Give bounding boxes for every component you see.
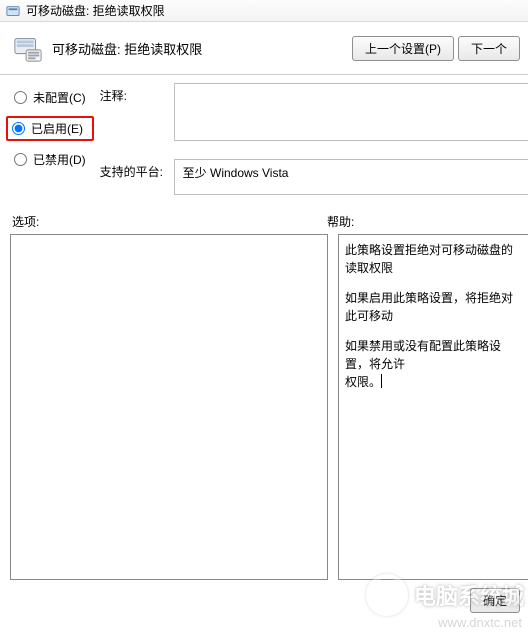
config-area: 未配置(C) 已启用(E) 已禁用(D) 注释: 支持的平台: 至少 Windo… bbox=[0, 75, 528, 195]
ok-button[interactable]: 确定 bbox=[470, 588, 520, 613]
fields-column: 注释: 支持的平台: 至少 Windows Vista bbox=[100, 83, 528, 195]
help-text-3: 如果禁用或没有配置此策略设置，将允许 权限。 bbox=[345, 337, 522, 391]
footer: 确定 bbox=[0, 580, 528, 613]
platform-label: 支持的平台: bbox=[100, 159, 164, 180]
radio-enabled-label: 已启用(E) bbox=[31, 120, 83, 137]
previous-setting-button[interactable]: 上一个设置(P) bbox=[352, 36, 454, 61]
header-title: 可移动磁盘: 拒绝读取权限 bbox=[52, 39, 202, 58]
help-text-2: 如果启用此策略设置，将拒绝对此可移动 bbox=[345, 289, 522, 325]
radio-not-configured[interactable]: 未配置(C) bbox=[12, 87, 88, 108]
radio-enabled-input[interactable] bbox=[12, 122, 25, 135]
comment-textarea[interactable] bbox=[174, 83, 528, 141]
section-labels: 选项: 帮助: bbox=[0, 195, 528, 234]
comment-field-row: 注释: bbox=[100, 83, 528, 141]
help-panel: 此策略设置拒绝对可移动磁盘的读取权限 如果启用此策略设置，将拒绝对此可移动 如果… bbox=[338, 234, 528, 580]
radio-disabled-input[interactable] bbox=[14, 153, 27, 166]
window-title: 可移动磁盘: 拒绝读取权限 bbox=[26, 2, 165, 19]
help-text-3a: 如果禁用或没有配置此策略设置，将允许 bbox=[345, 339, 501, 371]
header: 可移动磁盘: 拒绝读取权限 上一个设置(P) 下一个 bbox=[0, 22, 528, 72]
app-icon bbox=[6, 4, 20, 18]
watermark-sub: www.dnxtc.net bbox=[438, 615, 522, 630]
platform-value: 至少 Windows Vista bbox=[183, 164, 289, 181]
window-titlebar: 可移动磁盘: 拒绝读取权限 bbox=[0, 0, 528, 22]
radio-not-configured-input[interactable] bbox=[14, 91, 27, 104]
help-label: 帮助: bbox=[327, 213, 522, 230]
help-text-3b: 权限。 bbox=[345, 375, 382, 389]
nav-buttons: 上一个设置(P) 下一个 bbox=[352, 36, 520, 61]
options-panel bbox=[10, 234, 328, 580]
panels: 此策略设置拒绝对可移动磁盘的读取权限 如果启用此策略设置，将拒绝对此可移动 如果… bbox=[0, 234, 528, 580]
comment-label: 注释: bbox=[100, 83, 164, 104]
next-setting-button[interactable]: 下一个 bbox=[458, 36, 520, 61]
platform-field-row: 支持的平台: 至少 Windows Vista bbox=[100, 159, 528, 195]
platform-value-box: 至少 Windows Vista bbox=[174, 159, 528, 195]
radio-disabled-label: 已禁用(D) bbox=[33, 151, 86, 168]
help-text-1: 此策略设置拒绝对可移动磁盘的读取权限 bbox=[345, 241, 522, 277]
radio-enabled[interactable]: 已启用(E) bbox=[6, 116, 94, 141]
policy-icon bbox=[12, 32, 44, 64]
options-label: 选项: bbox=[12, 213, 327, 230]
radio-disabled[interactable]: 已禁用(D) bbox=[12, 149, 88, 170]
radio-not-configured-label: 未配置(C) bbox=[33, 89, 86, 106]
state-radio-group: 未配置(C) 已启用(E) 已禁用(D) bbox=[12, 83, 88, 195]
